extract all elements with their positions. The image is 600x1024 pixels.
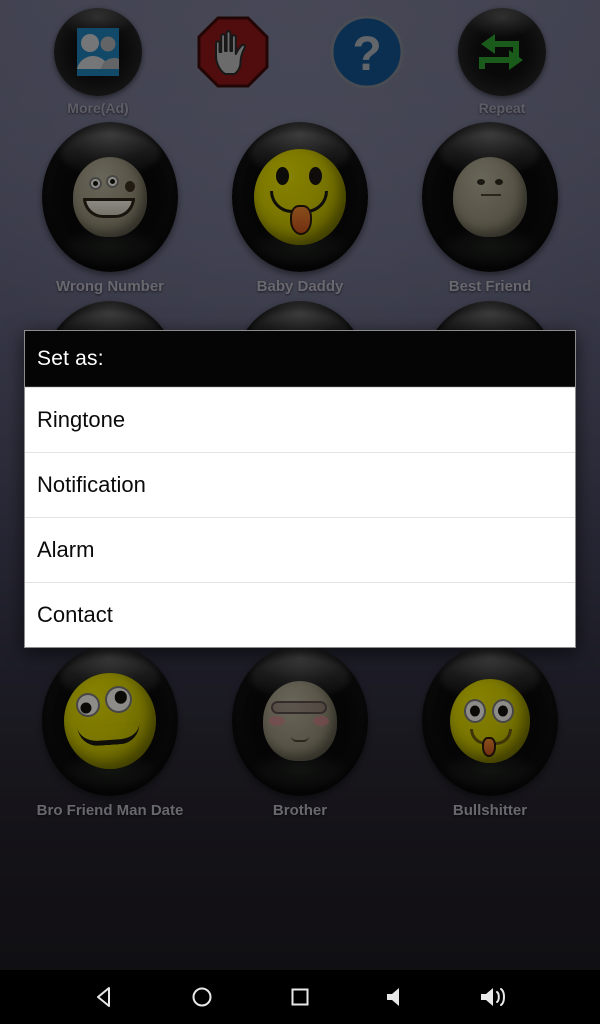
dialog-header: Set as:: [25, 331, 575, 387]
dialog-option-contact[interactable]: Contact: [25, 582, 575, 647]
screen: More(Ad) ? Repeat Wrong Number Baby Dadd…: [0, 0, 600, 1024]
dialog-option-alarm[interactable]: Alarm: [25, 517, 575, 582]
dialog-option-ringtone[interactable]: Ringtone: [25, 387, 575, 452]
volume-down-icon[interactable]: [378, 977, 418, 1017]
dialog-option-label: Contact: [37, 602, 113, 627]
set-as-dialog: Set as: Ringtone Notification Alarm Cont…: [24, 330, 576, 648]
volume-up-icon[interactable]: [475, 977, 515, 1017]
android-navigation-bar: [0, 970, 600, 1024]
dialog-option-label: Notification: [37, 472, 146, 497]
dialog-option-label: Ringtone: [37, 407, 126, 432]
dialog-title: Set as:: [37, 346, 104, 370]
home-icon[interactable]: [182, 977, 222, 1017]
recents-icon[interactable]: [280, 977, 320, 1017]
dialog-option-notification[interactable]: Notification: [25, 452, 575, 517]
back-icon[interactable]: [85, 977, 125, 1017]
dialog-option-label: Alarm: [37, 537, 95, 562]
